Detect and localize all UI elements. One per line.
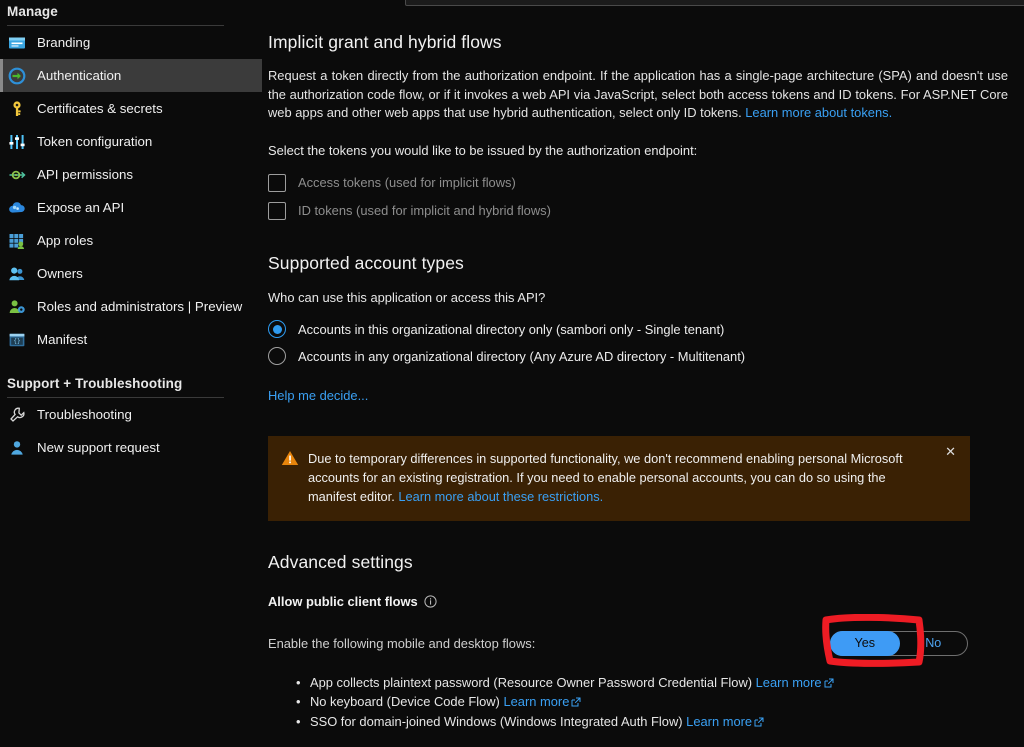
info-icon[interactable] [424,595,437,608]
implicit-grant-description-text: Request a token directly from the author… [268,68,1008,121]
banner-message: Due to temporary differences in supporte… [308,449,956,506]
content-column: Implicit grant and hybrid flows Request … [268,0,1008,732]
branding-icon [8,34,26,52]
cloud-icon [8,199,26,217]
public-client-flows-list: App collects plaintext password (Resourc… [268,674,1008,733]
sidebar: Manage Branding Authentication Certifica… [0,0,262,747]
sidebar-item-label: Token configuration [37,134,153,149]
sidebar-section-title-manage: Manage [7,4,58,19]
sliders-icon [8,133,26,151]
single-tenant-radio[interactable] [268,320,286,339]
sidebar-item-label: Certificates & secrets [37,101,163,116]
account-types-question: Who can use this application or access t… [268,289,546,305]
sidebar-item-label: Owners [37,266,83,281]
sidebar-item-label: Roles and administrators | Preview [37,299,243,314]
svg-text:{}: {} [13,338,20,345]
app-roles-icon [8,232,26,250]
sidebar-item-app-roles[interactable]: App roles [0,224,262,257]
sidebar-section-support: Support + Troubleshooting Troubleshootin… [0,372,262,464]
allow-public-client-flows-label-wrap: Allow public client flows [268,594,437,609]
implicit-grant-description: Request a token directly from the author… [268,67,1008,123]
personal-accounts-warning-banner: Due to temporary differences in supporte… [268,435,970,521]
advanced-settings-section: Advanced settings Allow public client fl… [268,552,1008,733]
sidebar-item-label: API permissions [37,167,134,182]
single-tenant-label: Accounts in this organizational director… [298,321,725,337]
implicit-grant-section: Implicit grant and hybrid flows Request … [268,32,1008,225]
warning-icon [281,450,299,471]
list-item: App collects plaintext password (Resourc… [296,674,1008,694]
sidebar-item-authentication[interactable]: Authentication [0,59,262,92]
id-tokens-label: ID tokens (used for implicit and hybrid … [298,203,551,219]
roles-admins-icon [8,298,26,316]
sidebar-section-title-support: Support + Troubleshooting [7,376,183,391]
external-link-icon [754,714,764,733]
flow-text: No keyboard (Device Code Flow) [310,694,500,710]
list-item: SSO for domain-joined Windows (Windows I… [296,713,1008,733]
sidebar-item-owners[interactable]: Owners [0,257,262,290]
supported-account-types-section: Supported account types Who can use this… [268,253,1008,405]
learn-more-link[interactable]: Learn more [686,714,752,729]
learn-more-about-tokens-link[interactable]: Learn more about tokens. [745,105,892,120]
advanced-settings-heading: Advanced settings [268,551,413,572]
allow-public-client-flows-toggle[interactable]: Yes No [830,630,968,656]
sidebar-item-label: Expose an API [37,200,125,215]
sidebar-item-token-configuration[interactable]: Token configuration [0,125,262,158]
sidebar-item-branding[interactable]: Branding [0,26,262,59]
checkbox-row-id-tokens[interactable]: ID tokens (used for implicit and hybrid … [268,197,1008,225]
multitenant-radio[interactable] [268,347,286,366]
azure-portal-authentication-page: Manage Branding Authentication Certifica… [0,0,1024,747]
flow-text: SSO for domain-joined Windows (Windows I… [310,713,683,729]
implicit-grant-heading: Implicit grant and hybrid flows [268,32,502,52]
sidebar-item-certificates-secrets[interactable]: Certificates & secrets [0,92,262,125]
api-permissions-icon [8,166,26,184]
sidebar-item-roles-and-administrators[interactable]: Roles and administrators | Preview [0,290,262,323]
learn-more-restrictions-link[interactable]: Learn more about these restrictions. [398,489,603,504]
manifest-icon: {} [8,331,26,349]
toggle-option-yes[interactable]: Yes [830,630,900,656]
external-link-icon [571,694,581,713]
sidebar-item-api-permissions[interactable]: API permissions [0,158,262,191]
enable-flows-text: Enable the following mobile and desktop … [268,635,536,651]
authentication-icon [8,67,26,85]
radio-row-multitenant[interactable]: Accounts in any organizational directory… [268,343,1008,370]
sidebar-item-manifest[interactable]: {} Manifest [0,323,262,356]
allow-public-client-flows-label: Allow public client flows [268,593,418,609]
account-types-radio-group: Accounts in this organizational director… [268,316,1008,370]
multitenant-label: Accounts in any organizational directory… [298,348,746,364]
toggle-option-no[interactable]: No [900,632,968,655]
sidebar-item-label: App roles [37,233,94,248]
id-tokens-checkbox[interactable] [268,201,286,220]
radio-row-single-tenant[interactable]: Accounts in this organizational director… [268,316,1008,343]
sidebar-item-label: New support request [37,440,160,455]
access-tokens-checkbox[interactable] [268,173,286,192]
learn-more-link[interactable]: Learn more [503,694,569,709]
access-tokens-label: Access tokens (used for implicit flows) [298,175,516,191]
supported-account-types-heading: Supported account types [268,252,464,273]
select-tokens-prompt: Select the tokens you would like to be i… [268,142,698,158]
owners-icon [8,265,26,283]
wrench-icon [8,406,26,424]
checkbox-row-access-tokens[interactable]: Access tokens (used for implicit flows) [268,169,1008,197]
sidebar-item-label: Authentication [37,68,122,83]
sidebar-item-new-support-request[interactable]: New support request [0,431,262,464]
sidebar-item-label: Troubleshooting [37,407,132,422]
enable-flows-row: Enable the following mobile and desktop … [268,630,968,656]
sidebar-section-manage: Manage Branding Authentication Certifica… [0,0,262,356]
list-item: No keyboard (Device Code Flow) Learn mor… [296,693,1008,713]
sidebar-item-expose-an-api[interactable]: Expose an API [0,191,262,224]
token-checkbox-group: Access tokens (used for implicit flows) … [268,169,1008,225]
learn-more-link[interactable]: Learn more [756,675,822,690]
external-link-icon [824,675,834,694]
allow-public-client-flows-row: Allow public client flows [268,593,1008,611]
sidebar-item-troubleshooting[interactable]: Troubleshooting [0,398,262,431]
banner-close-icon[interactable]: ✕ [945,446,956,459]
flow-text: App collects plaintext password (Resourc… [310,674,753,690]
support-person-icon [8,439,26,457]
help-me-decide-link[interactable]: Help me decide... [268,388,368,403]
main-content: Implicit grant and hybrid flows Request … [262,0,1024,747]
sidebar-item-label: Manifest [37,332,88,347]
sidebar-item-label: Branding [37,35,91,50]
key-icon [8,100,26,118]
